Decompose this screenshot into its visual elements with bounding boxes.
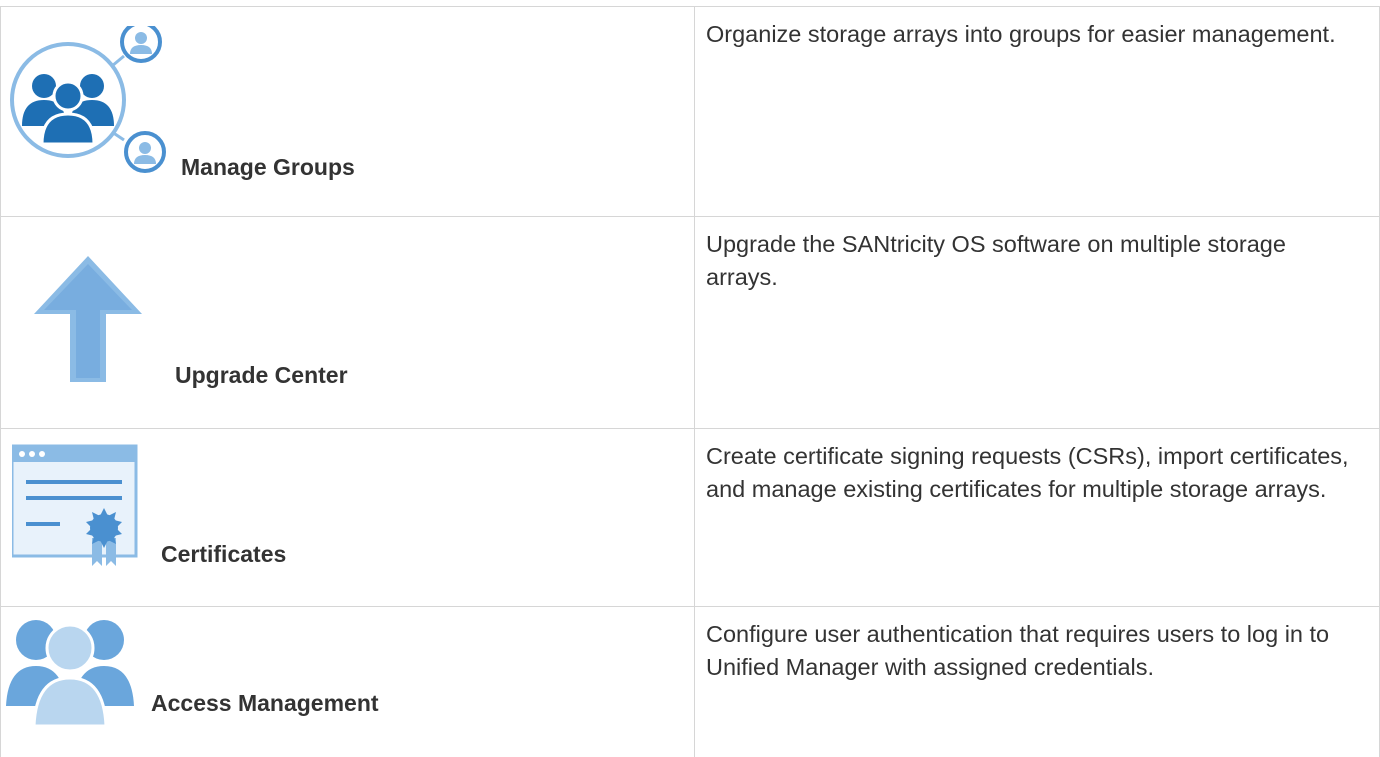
group-network-icon xyxy=(10,26,166,173)
feature-description: Create certificate signing requests (CSR… xyxy=(706,443,1349,502)
table-row: Access Management Configure user authent… xyxy=(0,606,1380,757)
feature-name-cell: Manage Groups xyxy=(0,6,694,216)
feature-label: Access Management xyxy=(151,690,379,716)
feature-description: Configure user authentication that requi… xyxy=(706,621,1330,680)
feature-description-cell: Organize storage arrays into groups for … xyxy=(694,6,1380,216)
up-arrow-icon xyxy=(34,256,142,382)
feature-description-cell: Create certificate signing requests (CSR… xyxy=(694,428,1380,606)
certificate-icon xyxy=(12,444,138,566)
feature-description-cell: Upgrade the SANtricity OS software on mu… xyxy=(694,216,1380,428)
feature-name-cell: Access Management xyxy=(0,606,694,757)
feature-label: Manage Groups xyxy=(181,154,355,180)
feature-name-cell: Upgrade Center xyxy=(0,216,694,428)
table-row: Manage Groups Organize storage arrays in… xyxy=(0,6,1380,216)
features-table: Manage Groups Organize storage arrays in… xyxy=(0,0,1380,757)
users-icon xyxy=(6,620,134,728)
feature-description: Organize storage arrays into groups for … xyxy=(706,21,1336,47)
feature-description: Upgrade the SANtricity OS software on mu… xyxy=(706,231,1286,290)
feature-name-cell: Certificates xyxy=(0,428,694,606)
feature-label: Upgrade Center xyxy=(175,362,348,388)
table-row: Certificates Create certificate signing … xyxy=(0,428,1380,606)
feature-label: Certificates xyxy=(161,541,287,567)
feature-description-cell: Configure user authentication that requi… xyxy=(694,606,1380,757)
table-row: Upgrade Center Upgrade the SANtricity OS… xyxy=(0,216,1380,428)
